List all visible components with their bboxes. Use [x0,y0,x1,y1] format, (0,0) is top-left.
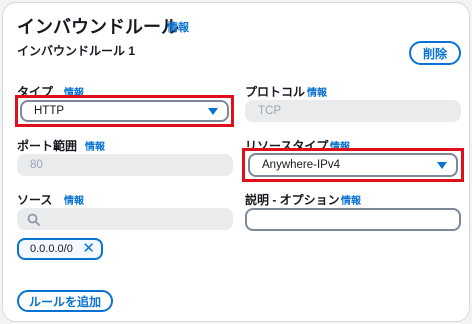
search-icon [27,213,40,226]
port-range-info-link[interactable]: 情報 [85,138,105,153]
protocol-field: TCP [245,100,461,122]
source-search-input[interactable] [17,208,233,230]
source-label: ソース [17,193,53,207]
resource-type-highlight-box [242,148,464,182]
rule-name: インバウンドルール 1 [17,44,136,58]
inbound-rule-panel: インバウンドルール 情報 インバウンドルール 1 削除 タイプ 情報 HTTP … [2,2,470,322]
delete-button[interactable]: 削除 [409,41,461,65]
source-token: 0.0.0.0/0 ✕ [17,238,103,260]
protocol-info-link[interactable]: 情報 [307,84,327,99]
page-title: インバウンドルール [17,17,179,37]
protocol-label: プロトコル [245,85,306,99]
port-range-field: 80 [17,154,233,176]
source-info-link[interactable]: 情報 [64,192,84,207]
title-info-link[interactable]: 情報 [167,19,189,35]
description-info-link[interactable]: 情報 [341,192,361,207]
description-input[interactable] [245,208,461,231]
port-range-label: ポート範囲 [17,139,78,153]
type-highlight-box [15,95,234,127]
description-label: 説明 - オプション [245,193,340,207]
close-icon[interactable]: ✕ [82,241,95,257]
source-token-label: 0.0.0.0/0 [30,243,73,255]
add-rule-button[interactable]: ルールを追加 [17,290,113,312]
